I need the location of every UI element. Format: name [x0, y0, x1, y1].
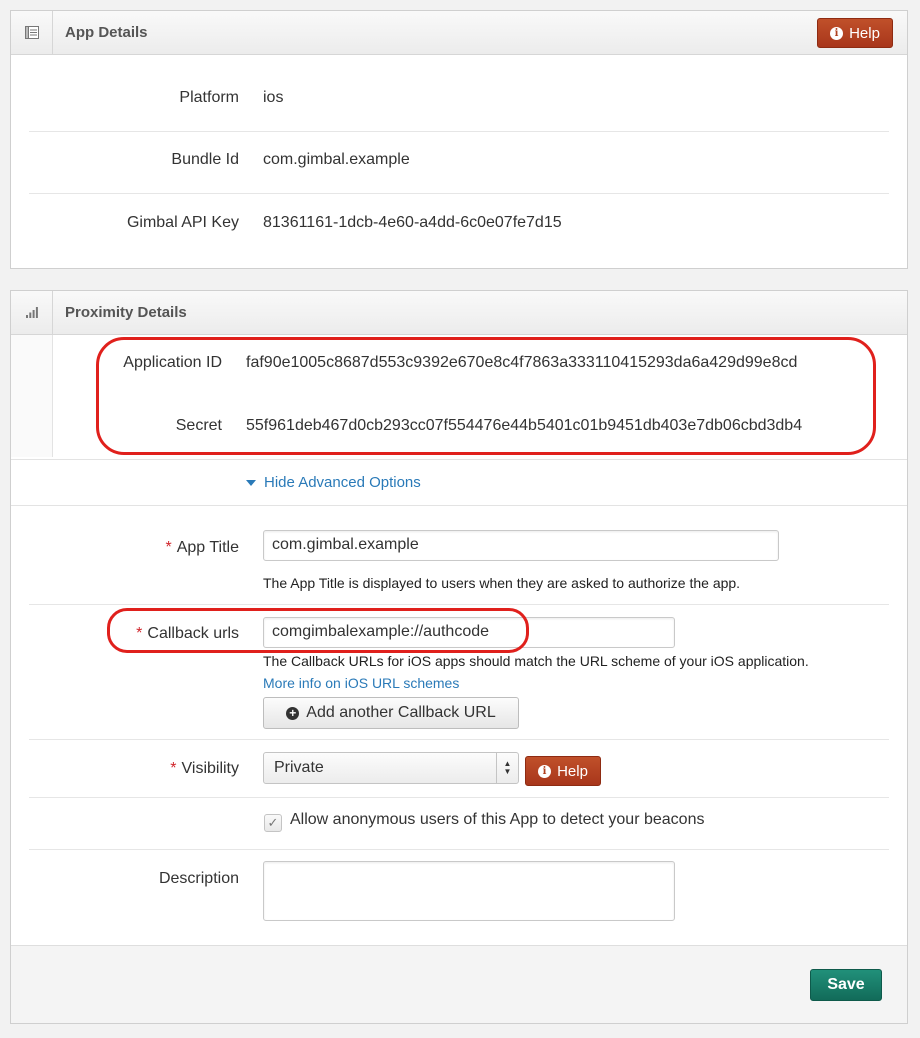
- left-strip: [11, 335, 53, 457]
- caret-down-icon: [246, 479, 256, 486]
- visibility-selected-value: Private: [274, 759, 324, 776]
- divider: [11, 505, 907, 506]
- app-title-label-text: App Title: [176, 539, 239, 556]
- description-label: Description: [158, 870, 239, 887]
- toggle-label: Hide Advanced Options: [264, 474, 421, 491]
- divider: [29, 797, 889, 798]
- info-icon: i: [830, 26, 844, 40]
- highlight-oval-credentials: [96, 337, 876, 455]
- platform-value: ios: [263, 89, 284, 106]
- visibility-select[interactable]: Private ▲ ▼: [263, 752, 519, 784]
- bundle-id-label: Bundle Id: [171, 151, 239, 168]
- signal-bars-icon: [11, 291, 53, 334]
- visibility-label: * Visibility: [170, 760, 239, 778]
- form-footer: Save: [11, 945, 907, 1023]
- anonymous-users-label: Allow anonymous users of this App to det…: [290, 811, 705, 828]
- proximity-details-panel: Proximity Details Application ID faf90e1…: [10, 290, 908, 1024]
- save-button[interactable]: Save: [810, 969, 882, 1001]
- app-title-label: * App Title: [166, 539, 240, 557]
- ios-url-schemes-link[interactable]: More info on iOS URL schemes: [263, 675, 459, 691]
- anonymous-users-checkbox[interactable]: ✓: [264, 814, 282, 832]
- help-label: Help: [557, 762, 588, 780]
- app-details-title: App Details: [65, 24, 148, 41]
- add-callback-label: Add another Callback URL: [306, 704, 496, 721]
- required-marker: *: [165, 539, 172, 556]
- app-details-help-button[interactable]: i Help: [817, 18, 893, 48]
- app-details-header: App Details i Help: [11, 11, 907, 55]
- app-title-input[interactable]: com.gimbal.example: [263, 530, 779, 561]
- help-label: Help: [849, 24, 880, 42]
- checkmark-icon: ✓: [267, 815, 279, 830]
- required-marker: *: [170, 760, 177, 777]
- divider: [29, 849, 889, 850]
- app-details-panel: App Details i Help Platform ios Bundle I…: [10, 10, 908, 269]
- info-icon: i: [538, 764, 552, 778]
- proximity-details-title: Proximity Details: [65, 304, 187, 321]
- bundle-id-value: com.gimbal.example: [263, 151, 410, 168]
- highlight-oval-callback: [107, 608, 529, 653]
- callback-urls-help: The Callback URLs for iOS apps should ma…: [263, 653, 809, 669]
- platform-label: Platform: [179, 89, 239, 106]
- api-key-label: Gimbal API Key: [126, 214, 239, 231]
- hide-advanced-options-toggle[interactable]: Hide Advanced Options: [246, 474, 421, 491]
- visibility-label-text: Visibility: [181, 760, 240, 777]
- divider: [29, 193, 889, 194]
- description-textarea[interactable]: [263, 861, 675, 921]
- updown-arrows-icon: ▲ ▼: [496, 753, 518, 783]
- divider: [29, 131, 889, 132]
- list-icon: [11, 11, 53, 54]
- divider: [11, 459, 907, 460]
- plus-circle-icon: +: [286, 706, 300, 720]
- divider: [29, 604, 889, 605]
- divider: [29, 739, 889, 740]
- proximity-details-header: Proximity Details: [11, 291, 907, 335]
- app-title-help: The App Title is displayed to users when…: [263, 575, 741, 591]
- api-key-value: 81361161-1dcb-4e60-a4dd-6c0e07fe7d15: [263, 214, 562, 231]
- add-callback-url-button[interactable]: + Add another Callback URL: [263, 697, 519, 729]
- visibility-help-button[interactable]: i Help: [525, 756, 601, 786]
